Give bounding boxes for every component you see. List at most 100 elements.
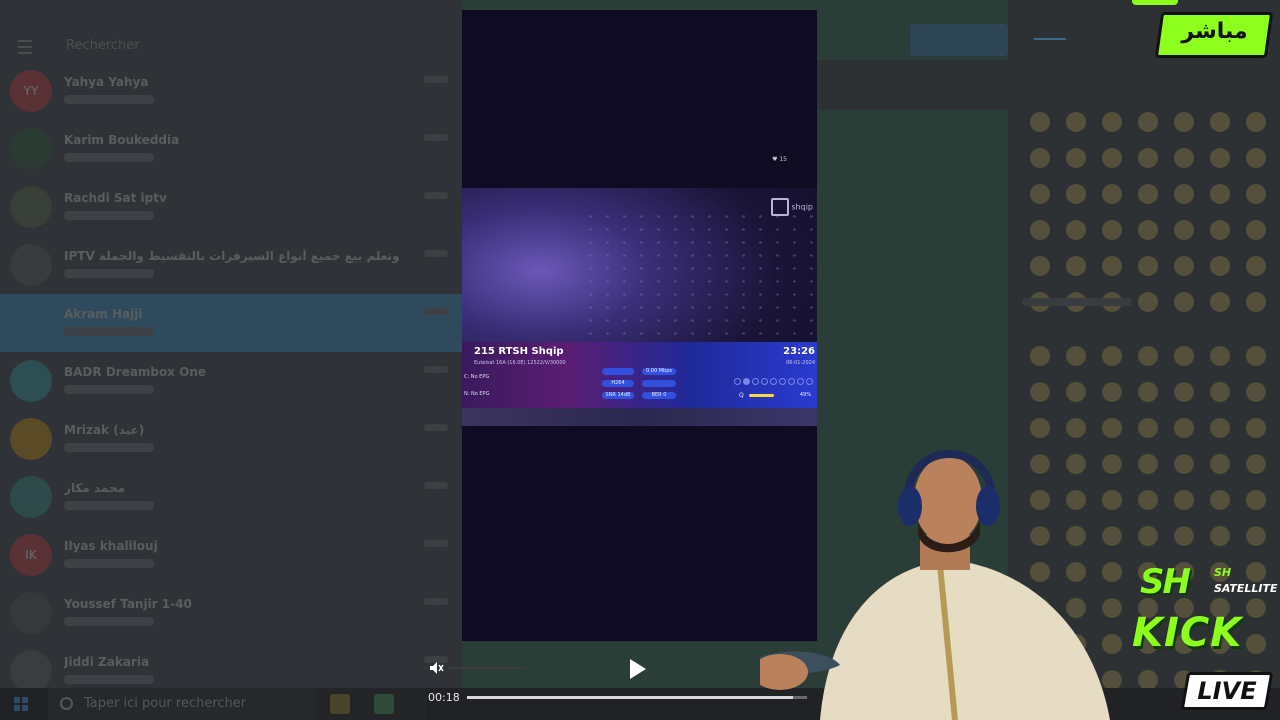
emoji-icon[interactable] xyxy=(1210,292,1230,312)
emoji-icon[interactable] xyxy=(1102,112,1122,132)
emoji-icon[interactable] xyxy=(1066,112,1086,132)
emoji-icon[interactable] xyxy=(1030,112,1050,132)
browser-icon[interactable] xyxy=(374,694,394,714)
emoji-icon[interactable] xyxy=(1246,454,1266,474)
emoji-icon[interactable] xyxy=(1138,346,1158,366)
emoji-icon[interactable] xyxy=(1030,184,1050,204)
emoji-icon[interactable] xyxy=(1174,346,1194,366)
emoji-icon[interactable] xyxy=(1102,418,1122,438)
emoji-icon[interactable] xyxy=(1138,454,1158,474)
emoji-icon[interactable] xyxy=(1246,184,1266,204)
menu-icon[interactable] xyxy=(18,40,32,54)
mute-icon[interactable] xyxy=(428,660,444,676)
taskbar-search[interactable]: Taper ici pour rechercher xyxy=(48,688,316,720)
avatar: IK xyxy=(10,534,52,576)
emoji-icon[interactable] xyxy=(1102,184,1122,204)
chat-list-item[interactable]: Karim Boukeddia xyxy=(0,120,462,178)
emoji-icon[interactable] xyxy=(1138,382,1158,402)
chat-list-item[interactable]: IK Ilyas khalilouj xyxy=(0,526,462,584)
emoji-icon[interactable] xyxy=(1210,526,1230,546)
emoji-icon[interactable] xyxy=(1174,184,1194,204)
emoji-icon[interactable] xyxy=(1246,490,1266,510)
emoji-icon[interactable] xyxy=(1030,256,1050,276)
emoji-icon[interactable] xyxy=(1246,148,1266,168)
folder-icon[interactable] xyxy=(330,694,350,714)
emoji-icon[interactable] xyxy=(1210,220,1230,240)
avatar xyxy=(10,244,52,286)
emoji-icon[interactable] xyxy=(1102,346,1122,366)
emoji-icon[interactable] xyxy=(1174,454,1194,474)
tab-emoji[interactable] xyxy=(1034,36,1066,40)
emoji-icon[interactable] xyxy=(1138,256,1158,276)
emoji-icon[interactable] xyxy=(1138,292,1158,312)
emoji-icon[interactable] xyxy=(1102,148,1122,168)
emoji-icon[interactable] xyxy=(1138,220,1158,240)
emoji-icon[interactable] xyxy=(1066,184,1086,204)
emoji-icon[interactable] xyxy=(1174,148,1194,168)
emoji-icon[interactable] xyxy=(1030,220,1050,240)
emoji-row xyxy=(1022,220,1278,256)
chat-search-input[interactable]: Rechercher xyxy=(66,38,140,53)
emoji-icon[interactable] xyxy=(1246,526,1266,546)
emoji-icon[interactable] xyxy=(1246,256,1266,276)
emoji-icon[interactable] xyxy=(1210,418,1230,438)
emoji-icon[interactable] xyxy=(1030,346,1050,366)
chat-time xyxy=(424,482,448,489)
emoji-icon[interactable] xyxy=(1138,490,1158,510)
emoji-icon[interactable] xyxy=(1246,418,1266,438)
emoji-icon[interactable] xyxy=(1174,256,1194,276)
emoji-icon[interactable] xyxy=(1210,256,1230,276)
chat-list-item[interactable]: Akram Hajji xyxy=(0,294,462,352)
play-icon[interactable] xyxy=(630,659,646,679)
emoji-icon[interactable] xyxy=(1138,112,1158,132)
chat-list-item[interactable]: Jiddi Zakaria xyxy=(0,642,462,688)
emoji-icon[interactable] xyxy=(1210,112,1230,132)
emoji-icon[interactable] xyxy=(1174,220,1194,240)
emoji-icon[interactable] xyxy=(1210,184,1230,204)
emoji-icon[interactable] xyxy=(1030,418,1050,438)
chat-name: IPTV تعلم وتعلم بيع جميع أنواع السيرفرات… xyxy=(64,249,404,263)
emoji-icon[interactable] xyxy=(1174,382,1194,402)
emoji-icon[interactable] xyxy=(1066,382,1086,402)
emoji-icon[interactable] xyxy=(1030,382,1050,402)
emoji-icon[interactable] xyxy=(1066,148,1086,168)
chat-list-item[interactable]: IPTV تعلم وتعلم بيع جميع أنواع السيرفرات… xyxy=(0,236,462,294)
emoji-icon[interactable] xyxy=(1030,148,1050,168)
emoji-icon[interactable] xyxy=(1174,490,1194,510)
emoji-icon[interactable] xyxy=(1066,256,1086,276)
emoji-icon[interactable] xyxy=(1174,292,1194,312)
emoji-icon[interactable] xyxy=(1174,112,1194,132)
emoji-icon[interactable] xyxy=(1102,382,1122,402)
volume-slider[interactable] xyxy=(448,667,524,669)
emoji-icon[interactable] xyxy=(1138,148,1158,168)
emoji-icon[interactable] xyxy=(1174,418,1194,438)
seek-bar[interactable] xyxy=(467,696,807,699)
emoji-icon[interactable] xyxy=(1210,454,1230,474)
chat-list-item[interactable]: محمد مكار xyxy=(0,468,462,526)
emoji-icon[interactable] xyxy=(1246,112,1266,132)
emoji-icon[interactable] xyxy=(1246,292,1266,312)
chat-list-item[interactable]: Mrizak (عبد) xyxy=(0,410,462,468)
emoji-icon[interactable] xyxy=(1138,418,1158,438)
emoji-icon[interactable] xyxy=(1210,346,1230,366)
chat-list-item[interactable]: YY Yahya Yahya xyxy=(0,62,462,120)
emoji-icon[interactable] xyxy=(1174,526,1194,546)
emoji-icon[interactable] xyxy=(1102,256,1122,276)
emoji-icon[interactable] xyxy=(1210,382,1230,402)
emoji-icon[interactable] xyxy=(1102,220,1122,240)
emoji-icon[interactable] xyxy=(1210,148,1230,168)
emoji-icon[interactable] xyxy=(1246,382,1266,402)
emoji-icon[interactable] xyxy=(1066,220,1086,240)
emoji-icon[interactable] xyxy=(1210,490,1230,510)
join-button[interactable] xyxy=(910,24,1008,56)
emoji-icon[interactable] xyxy=(1138,184,1158,204)
chat-list-item[interactable]: BADR Dreambox One xyxy=(0,352,462,410)
emoji-icon[interactable] xyxy=(1138,526,1158,546)
windows-start-icon[interactable] xyxy=(14,697,28,711)
chat-list-item[interactable]: Youssef Tanjir 1-40 xyxy=(0,584,462,642)
emoji-icon[interactable] xyxy=(1246,346,1266,366)
emoji-icon[interactable] xyxy=(1066,418,1086,438)
chat-list-item[interactable]: Rachdi Sat iptv xyxy=(0,178,462,236)
emoji-icon[interactable] xyxy=(1066,346,1086,366)
emoji-icon[interactable] xyxy=(1246,220,1266,240)
